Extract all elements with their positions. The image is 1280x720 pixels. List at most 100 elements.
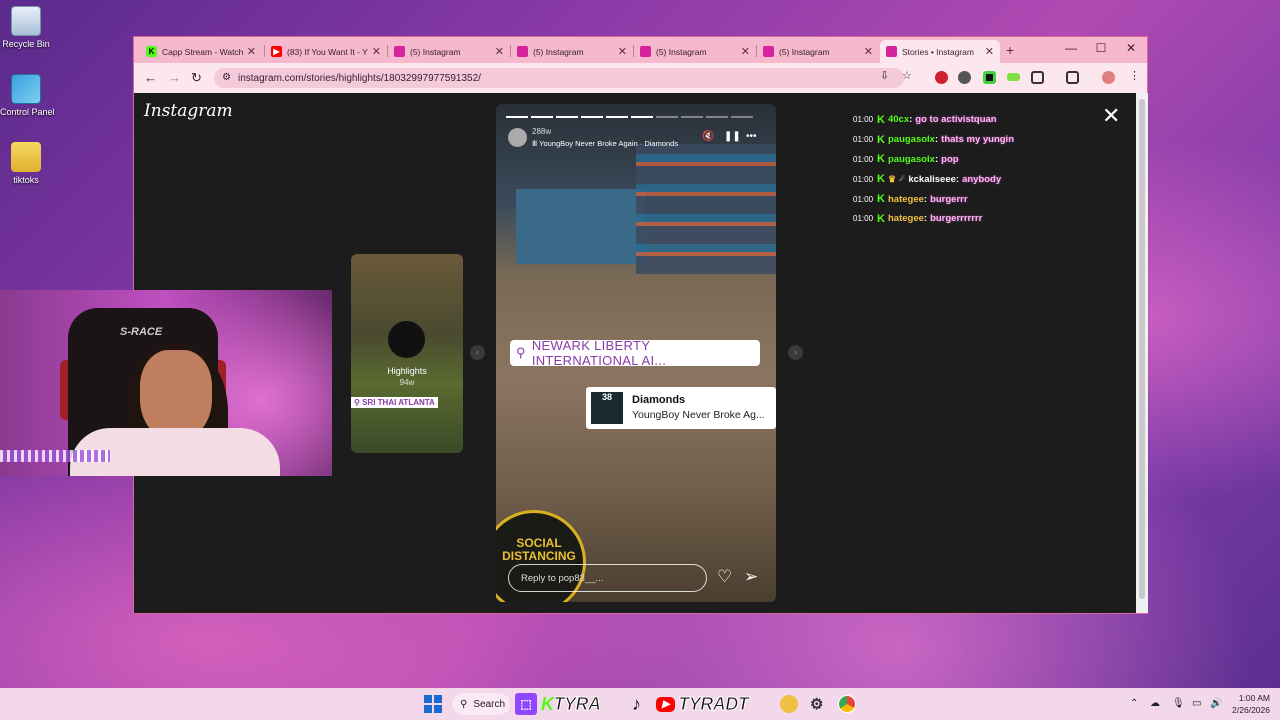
close-tab-icon[interactable]: ✕ — [618, 45, 627, 58]
streamer-face — [140, 350, 212, 440]
close-tab-icon[interactable]: ✕ — [985, 45, 994, 58]
progress-segment — [531, 116, 553, 118]
progress-segment — [606, 116, 628, 118]
microphone-icon[interactable]: 🎙 — [1172, 698, 1185, 709]
site-info-icon[interactable]: ⚙ — [222, 72, 231, 83]
desktop-icon-control-panel[interactable]: Control Panel — [0, 74, 55, 117]
chat-overlay: 01:00 K 40cx: go to activistquan 01:00 K p… — [853, 110, 1014, 229]
tab-stories-instagram[interactable]: Stories • Instagram ✕ — [880, 40, 1000, 63]
tab-strip: K Capp Stream - Watch ✕ ▶ (83) If You Wa… — [134, 37, 1147, 63]
bookmark-star-icon[interactable]: ☆ — [902, 69, 912, 82]
close-tab-icon[interactable]: ✕ — [864, 45, 873, 58]
kick-icon: K — [877, 153, 885, 166]
chat-text: burgerrr — [930, 193, 968, 205]
maximize-button[interactable]: ☐ — [1086, 41, 1116, 55]
instagram-icon — [763, 46, 774, 57]
youtube-app[interactable]: ▶ TYRADT — [656, 693, 749, 715]
more-options-icon[interactable]: ••• — [746, 131, 757, 142]
close-tab-icon[interactable]: ✕ — [247, 45, 256, 58]
cloud-icon[interactable]: ☁ — [1150, 698, 1160, 709]
system-clock[interactable]: 1:00 AM 2/26/2026 — [1226, 692, 1270, 716]
location-pin-icon: ⚲ — [516, 345, 526, 360]
progress-segment — [631, 116, 653, 118]
progress-segment — [706, 116, 728, 118]
send-icon[interactable]: ➢ — [744, 567, 758, 587]
volume-icon[interactable]: 🔊 — [1210, 698, 1222, 709]
instagram-icon — [394, 46, 405, 57]
tab-kick[interactable]: K Capp Stream - Watch ✕ — [140, 40, 262, 63]
reload-button[interactable]: ↻ — [191, 70, 202, 86]
chat-username: kckaliseee — [908, 173, 956, 185]
minimize-button[interactable]: — — [1056, 41, 1086, 55]
chat-text: pop — [941, 153, 959, 165]
chrome-icon[interactable] — [838, 695, 856, 713]
instagram-icon — [640, 46, 651, 57]
browser-toolbar: ← → ↻ ⚙ instagram.com/stories/highlights… — [134, 63, 1147, 93]
pause-icon[interactable]: ❚❚ — [724, 131, 741, 142]
chat-message: 01:00 K ♛ ☄ kckaliseee: anybody — [853, 173, 1002, 186]
chat-username: hategee — [887, 213, 924, 225]
tab-instagram-1[interactable]: (5) Instagram ✕ — [388, 40, 510, 63]
previous-story-card[interactable]: Highlights 94w ⚲ SRI THAI ATLANTA — [351, 254, 463, 453]
instagram-logo[interactable]: Instagram — [144, 101, 233, 121]
reply-input[interactable]: Reply to pop83__... — [508, 564, 707, 592]
tab-instagram-4[interactable]: (5) Instagram ✕ — [757, 40, 879, 63]
install-app-icon[interactable]: ⇩ — [880, 69, 889, 82]
scrollbar[interactable] — [1136, 93, 1148, 613]
tab-youtube[interactable]: ▶ (83) If You Want It - Y ✕ — [265, 40, 387, 63]
chair-brand: S-RACE — [120, 326, 163, 338]
new-tab-button[interactable]: + — [1006, 42, 1014, 58]
store-counter — [516, 189, 646, 264]
settings-icon[interactable]: ⚙ — [810, 693, 823, 715]
discord-icon[interactable] — [780, 695, 798, 713]
highlight-label: Highlights — [387, 366, 427, 376]
tab-title: (5) Instagram — [533, 46, 584, 57]
location-sticker[interactable]: ⚲ NEWARK LIBERTY INTERNATIONAL AI... — [510, 338, 760, 368]
extension-green-icon[interactable] — [983, 71, 996, 84]
next-arrow-icon[interactable]: › — [788, 345, 803, 360]
tab-title: (5) Instagram — [410, 46, 461, 57]
url-text: instagram.com/stories/highlights/1803299… — [238, 72, 481, 84]
kick-icon: K — [877, 113, 885, 126]
close-tab-icon[interactable]: ✕ — [741, 45, 750, 58]
desktop-icon-label: Control Panel — [0, 107, 55, 117]
close-tab-icon[interactable]: ✕ — [372, 45, 381, 58]
extension-settings-icon[interactable] — [958, 71, 971, 84]
heart-icon[interactable]: ♡ — [717, 567, 732, 587]
address-bar[interactable]: ⚙ instagram.com/stories/highlights/18032… — [214, 68, 904, 88]
twitch-icon[interactable]: ⬚ — [515, 693, 537, 715]
close-window-button[interactable]: ✕ — [1116, 41, 1146, 55]
progress-segment — [731, 116, 753, 118]
back-button[interactable]: ← — [144, 70, 157, 85]
tab-instagram-2[interactable]: (5) Instagram ✕ — [511, 40, 633, 63]
kick-icon: K — [877, 173, 885, 186]
story-user-avatar[interactable] — [508, 128, 527, 147]
forward-button[interactable]: → — [168, 70, 181, 85]
start-button[interactable] — [424, 695, 442, 713]
previous-arrow-icon[interactable]: ‹ — [470, 345, 485, 360]
taskbar-search[interactable]: ⚲ Search — [452, 693, 510, 715]
music-sticker[interactable]: 38 Diamonds YoungBoy Never Broke Ag... — [586, 387, 776, 429]
chat-username: hategee — [887, 193, 924, 205]
display-icon[interactable]: ▭ — [1192, 698, 1201, 709]
kick-app[interactable]: K TYRA — [541, 693, 602, 715]
mute-icon[interactable]: 🔇 — [702, 131, 714, 142]
profile-avatar[interactable] — [1102, 71, 1115, 84]
chat-message: 01:00 K hategee: burgerrr — [853, 193, 968, 206]
chat-message: 01:00 K paugasolx: pop — [853, 153, 959, 166]
close-story-icon[interactable]: ✕ — [1102, 103, 1120, 129]
extension-battery-icon[interactable] — [1007, 73, 1020, 81]
desktop-icon-recycle-bin[interactable]: Recycle Bin — [0, 6, 52, 49]
tiktok-icon[interactable]: ♪ — [632, 693, 641, 715]
side-panel-icon[interactable] — [1066, 71, 1079, 84]
scrollbar-thumb[interactable] — [1139, 99, 1145, 599]
extension-red-icon[interactable] — [935, 71, 948, 84]
chevron-up-icon[interactable]: ⌃ — [1130, 698, 1138, 709]
menu-kebab-icon[interactable]: ⋮ — [1129, 69, 1140, 82]
close-tab-icon[interactable]: ✕ — [495, 45, 504, 58]
kick-icon: K — [877, 193, 885, 206]
current-story[interactable]: 288w Ⅲ YoungBoy Never Broke Again · Diam… — [496, 104, 776, 602]
desktop-icon-tiktoks[interactable]: tiktoks — [0, 142, 52, 185]
extensions-puzzle-icon[interactable] — [1031, 71, 1044, 84]
tab-instagram-3[interactable]: (5) Instagram ✕ — [634, 40, 756, 63]
